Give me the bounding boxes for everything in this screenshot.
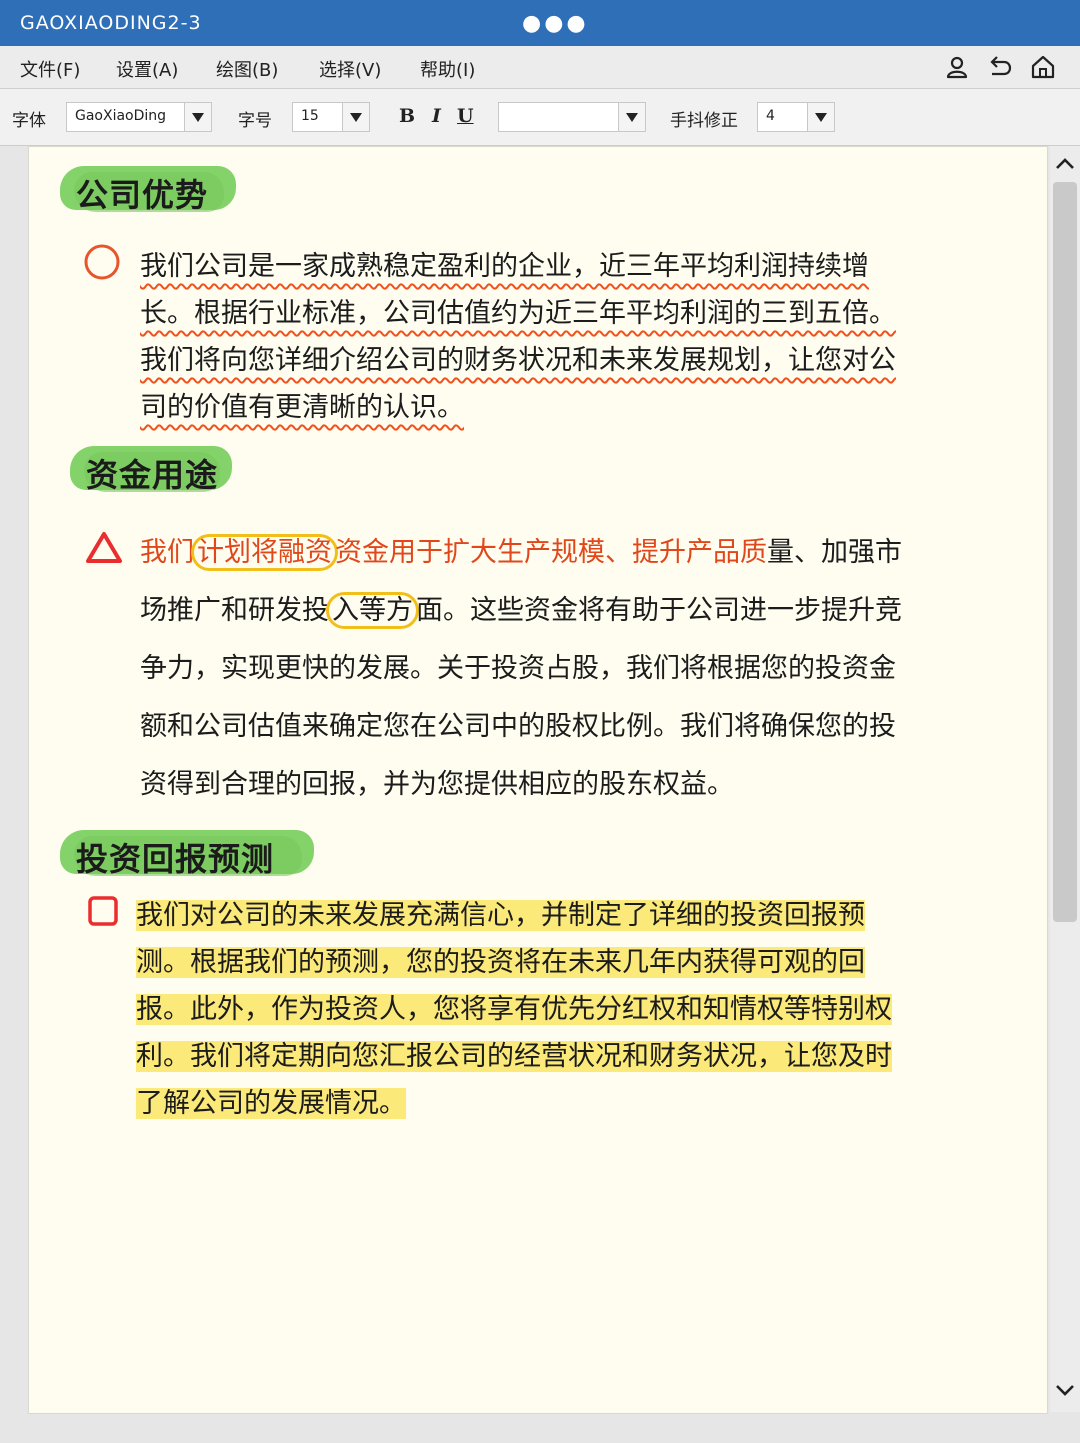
menu-settings[interactable]: 设置(A) <box>116 56 178 82</box>
chevron-up-icon[interactable] <box>1053 152 1077 176</box>
circled-text: 入等方 <box>326 592 419 629</box>
section-heading-advantages: 公司优势 <box>60 166 238 216</box>
paragraph-line: 额和公司估值来确定您在公司中的股权比例。我们将确保您的投 <box>140 711 896 742</box>
square-bullet-icon <box>88 896 118 926</box>
menu-select[interactable]: 选择(V) <box>319 56 381 82</box>
color-select[interactable] <box>498 102 646 132</box>
chevron-down-icon[interactable] <box>807 103 834 131</box>
circled-text: 计划将融资 <box>191 534 338 571</box>
home-icon[interactable] <box>1030 54 1056 80</box>
text-segment: 面。这些资金将有助于公司进一步提升竞 <box>416 595 902 626</box>
text-segment: 场推广和研发投 <box>140 595 329 626</box>
chevron-down-icon[interactable] <box>618 103 645 131</box>
size-select[interactable]: 15 <box>292 102 370 132</box>
font-select-value: GaoXiaoDing <box>75 108 167 124</box>
bold-button[interactable]: B <box>399 105 415 127</box>
heading-text: 投资回报预测 <box>76 840 275 878</box>
highlighted-text: 我们对公司的未来发展充满信心，并制定了详细的投资回报预 <box>136 900 865 931</box>
paragraph-line: 我们将向您详细介绍公司的财务状况和未来发展规划，让您对公 <box>140 345 896 376</box>
size-label: 字号 <box>238 111 272 131</box>
jitter-select[interactable]: 4 <box>757 102 835 132</box>
paragraph-line: 利。我们将定期向您汇报公司的经营状况和财务状况，让您及时 <box>136 1034 892 1073</box>
format-toolbar: 字体 GaoXiaoDing 字号 15 B I U 手抖修正 4 <box>0 89 1080 146</box>
highlighted-text: 利。我们将定期向您汇报公司的经营状况和财务状况，让您及时 <box>136 1041 892 1072</box>
paragraph-line: 我们公司是一家成熟稳定盈利的企业，近三年平均利润持续增 <box>140 251 869 282</box>
paragraph-line: 长。根据行业标准，公司估值约为近三年平均利润的三到五倍。 <box>140 298 896 329</box>
jitter-select-value: 4 <box>766 108 775 124</box>
text-segment: 我们 <box>140 537 194 568</box>
title-bar: GAOXIAODING2-3 ●●● <box>0 0 1080 46</box>
triangle-bullet-icon <box>86 532 122 563</box>
paragraph-line: 了解公司的发展情况。 <box>136 1081 406 1120</box>
menu-file[interactable]: 文件(F) <box>20 56 80 82</box>
highlighted-text: 报。此外，作为投资人，您将享有优先分红权和知情权等特别权 <box>136 994 892 1025</box>
font-select[interactable]: GaoXiaoDing <box>66 102 212 132</box>
section-heading-fund-usage: 资金用途 <box>70 446 234 496</box>
paragraph-line: 争力，实现更快的发展。关于投资占股，我们将根据您的投资金 <box>140 653 896 684</box>
paragraph-line: 测。根据我们的预测，您的投资将在未来几年内获得可观的回 <box>136 940 865 979</box>
window-title: GAOXIAODING2-3 <box>20 12 202 34</box>
advantages-paragraph: 我们公司是一家成熟稳定盈利的企业，近三年平均利润持续增 长。根据行业标准，公司估… <box>140 244 1030 434</box>
menu-help[interactable]: 帮助(I) <box>420 56 475 82</box>
paragraph-line: 司的价值有更清晰的认识。 <box>140 392 464 423</box>
user-icon[interactable] <box>944 54 970 80</box>
jitter-label: 手抖修正 <box>670 111 738 131</box>
scrollbar-thumb[interactable] <box>1053 182 1077 922</box>
paragraph-line: 我们对公司的未来发展充满信心，并制定了详细的投资回报预 <box>136 893 865 932</box>
heading-text: 资金用途 <box>86 456 219 494</box>
text-segment: 资金用于扩大生产规模、提升产品质 <box>335 537 767 568</box>
underline-button[interactable]: U <box>457 105 474 127</box>
italic-button[interactable]: I <box>432 105 441 127</box>
circle-bullet-icon <box>84 244 120 280</box>
return-forecast-paragraph: 我们对公司的未来发展充满信心，并制定了详细的投资回报预 测。根据我们的预测，您的… <box>136 893 1030 1133</box>
font-label: 字体 <box>12 111 46 131</box>
undo-icon[interactable] <box>987 54 1013 80</box>
chevron-down-icon[interactable] <box>184 103 211 131</box>
chevron-down-icon[interactable] <box>1053 1378 1077 1402</box>
highlighted-text: 了解公司的发展情况。 <box>136 1088 406 1119</box>
fund-usage-paragraph: 我们 计划将融资 资金用于扩大生产规模、提升产品质量、加强市 场推广和研发投 入等方面… <box>140 530 1030 810</box>
heading-text: 公司优势 <box>76 176 209 214</box>
size-select-value: 15 <box>301 108 319 124</box>
paragraph-line: 资得到合理的回报，并为您提供相应的股东权益。 <box>140 769 734 800</box>
paragraph-line: 报。此外，作为投资人，您将享有优先分红权和知情权等特别权 <box>136 987 892 1026</box>
menu-draw[interactable]: 绘图(B) <box>216 56 278 82</box>
menu-bar: 文件(F) 设置(A) 绘图(B) 选择(V) 帮助(I) <box>0 46 1080 89</box>
section-heading-return-forecast: 投资回报预测 <box>60 830 316 880</box>
window-options-dots[interactable]: ●●● <box>522 13 589 35</box>
text-segment: 量、加强市 <box>767 537 902 568</box>
vertical-scrollbar[interactable] <box>1050 146 1080 1412</box>
paragraph-line: 我们 计划将融资 资金用于扩大生产规模、提升产品质量、加强市 <box>140 530 902 571</box>
chevron-down-icon[interactable] <box>342 103 369 131</box>
paragraph-line: 场推广和研发投 入等方 面。这些资金将有助于公司进一步提升竞 <box>140 588 902 629</box>
highlighted-text: 测。根据我们的预测，您的投资将在未来几年内获得可观的回 <box>136 947 865 978</box>
